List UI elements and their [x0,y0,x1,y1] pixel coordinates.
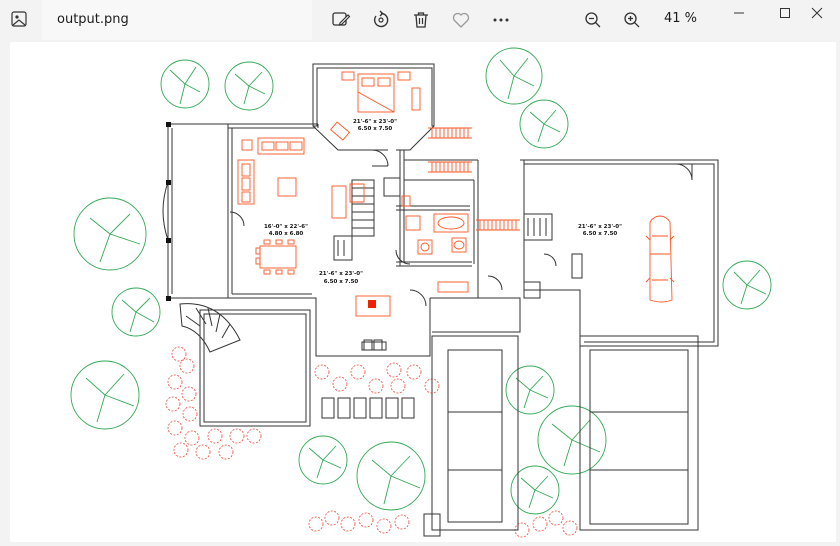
minimize-button[interactable] [716,0,762,26]
more-icon [493,18,509,22]
trees [70,47,772,515]
walls [162,63,719,537]
rotate-icon [373,10,389,28]
tree-icon [537,405,607,475]
tree-icon [111,287,161,337]
delete-button[interactable] [410,9,432,31]
room-dims-master-m: 6.50 x 7.50 [358,126,393,132]
favorite-icon [452,12,470,28]
rotate-button[interactable] [370,9,392,31]
room-dims-living-ft: 16'-0" x 22'-6" [264,224,308,230]
room-dims-family-m: 6.50 x 7.50 [324,279,359,285]
image-canvas[interactable]: 21'-6" x 23'-0" 6.50 x 7.50 16'-0" x 22'… [10,42,836,542]
zoom-level[interactable]: 41 % [664,11,697,26]
title-bar: output.png 41 % [0,0,840,42]
fireplace-icon [368,300,376,308]
tree-icon [519,99,569,149]
tree-icon [73,197,147,271]
tree-icon [70,360,140,430]
file-name: output.png [57,12,129,27]
favorite-button[interactable] [450,9,472,31]
edit-image-button[interactable] [330,9,352,31]
tree-icon [224,61,274,111]
tree-icon [356,441,426,511]
minimize-icon [734,12,744,14]
room-dims-living-m: 4.80 x 6.80 [269,231,304,237]
room-dims-garage-m: 6.50 x 7.50 [583,231,618,237]
zoom-in-button[interactable] [621,9,643,31]
tree-icon [485,47,543,105]
close-button[interactable] [794,0,840,26]
furniture [237,71,675,317]
close-icon [811,7,823,19]
zoom-in-icon [624,12,640,28]
shrubs [165,346,578,538]
room-dims-family-ft: 21'-6" x 23'-0" [319,271,363,277]
room-dims-master-ft: 21'-6" x 23'-0" [353,119,397,125]
room-labels: 21'-6" x 23'-0" 6.50 x 7.50 16'-0" x 22'… [264,119,622,285]
floor-plan: 21'-6" x 23'-0" 6.50 x 7.50 16'-0" x 22'… [70,47,772,538]
edit-icon [332,12,351,26]
delete-icon [414,12,428,28]
zoom-out-button[interactable] [582,9,604,31]
app-icon [0,0,42,40]
tree-icon [160,59,210,109]
tree-icon [298,435,348,485]
tree-icon [505,365,555,415]
room-dims-garage-ft: 21'-6" x 23'-0" [578,224,622,230]
maximize-icon [780,8,790,18]
zoom-out-icon [585,12,601,28]
tree-icon [722,260,772,310]
more-button[interactable] [490,9,512,31]
